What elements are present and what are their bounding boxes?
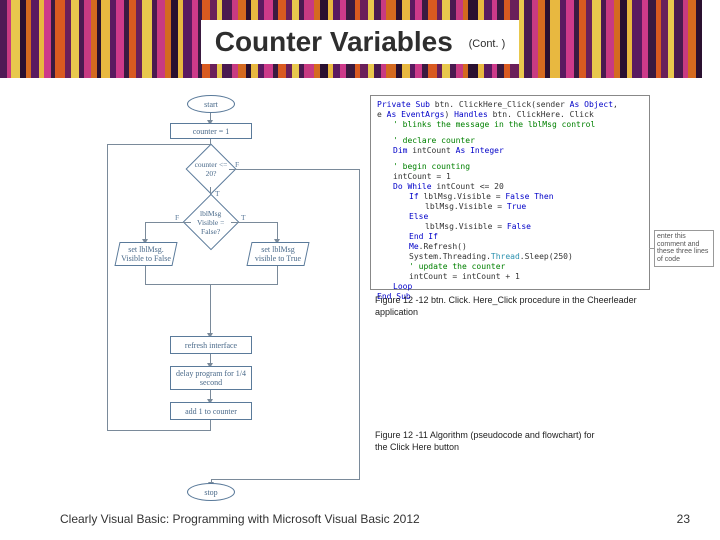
flowchart-line xyxy=(229,169,359,170)
flowchart-arrow xyxy=(210,113,211,121)
flowchart-set-true: set lblMsg visible to True xyxy=(246,242,309,266)
flowchart-init: counter = 1 xyxy=(170,123,252,139)
flowchart-diagram: start counter = 1 counter <= 20? F T lbl… xyxy=(135,95,370,495)
flowchart-line xyxy=(359,169,360,479)
flowchart-label-true: T xyxy=(241,213,246,222)
flowchart-line xyxy=(211,479,360,480)
flowchart-add: add 1 to counter xyxy=(170,402,252,420)
flowchart-start: start xyxy=(187,95,235,113)
flowchart-arrow xyxy=(277,222,278,240)
code-listing: Private Sub btn. ClickHere_Click(sender … xyxy=(370,95,650,290)
flowchart-line xyxy=(107,430,211,431)
flowchart-arrow xyxy=(145,222,146,240)
flowchart-arrow xyxy=(210,354,211,364)
flowchart-refresh: refresh interface xyxy=(170,336,252,354)
flowchart-set-false: set lblMsg. Visible to False xyxy=(114,242,177,266)
flowchart-label-true: T xyxy=(215,189,220,198)
flowchart-line xyxy=(210,420,211,430)
slide-title: Counter Variables (Cont. ) xyxy=(201,20,520,64)
flowchart-line xyxy=(277,266,278,284)
flowchart-line xyxy=(231,222,277,223)
flowchart-line xyxy=(107,144,210,145)
flowchart-line xyxy=(107,144,108,431)
code-annotation: enter this comment and these three lines… xyxy=(654,230,714,267)
flowchart-label-false: F xyxy=(235,160,239,169)
flowchart-arrow xyxy=(210,390,211,400)
title-suffix: (Cont. ) xyxy=(469,38,506,50)
flowchart-label-false: F xyxy=(175,213,179,222)
flowchart-line xyxy=(145,266,146,284)
flowchart-delay: delay program for 1/4 second xyxy=(170,366,252,390)
title-text: Counter Variables xyxy=(215,26,453,57)
figure-caption-12-12: Figure 12 -12 btn. Click. Here_Click pro… xyxy=(375,295,665,318)
flowchart-stop: stop xyxy=(187,483,235,501)
footer-text: Clearly Visual Basic: Programming with M… xyxy=(60,512,420,526)
title-container: Counter Variables (Cont. ) xyxy=(0,20,720,64)
page-number: 23 xyxy=(677,512,690,526)
flowchart-line xyxy=(145,222,191,223)
figure-caption-12-11: Figure 12 -11 Algorithm (pseudocode and … xyxy=(375,430,595,453)
flowchart-arrow xyxy=(210,284,211,334)
flowchart-line xyxy=(145,284,278,285)
